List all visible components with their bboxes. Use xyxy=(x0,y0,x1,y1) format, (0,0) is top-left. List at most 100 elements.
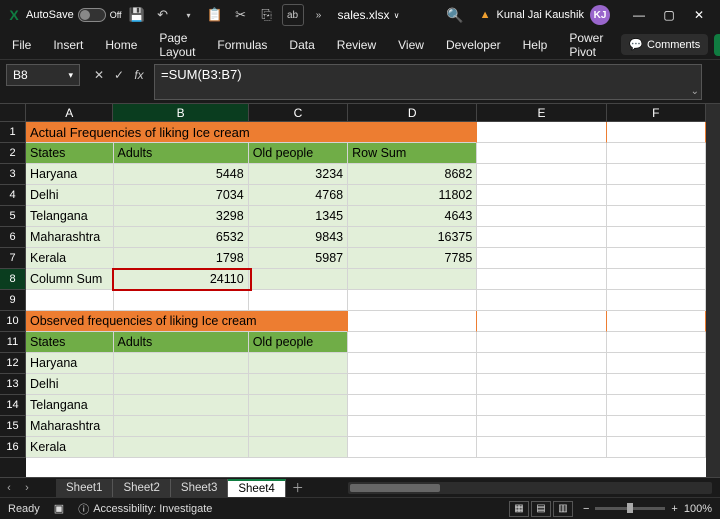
tab-data[interactable]: Data xyxy=(285,34,318,56)
row-header[interactable]: 15 xyxy=(0,416,26,437)
formula-input[interactable]: =SUM(B3:B7) ⌄ xyxy=(154,64,702,100)
sheet-nav-prev-icon[interactable]: ‹ xyxy=(0,479,18,497)
cell[interactable] xyxy=(607,290,706,311)
cell[interactable] xyxy=(477,206,606,227)
zoom-in-icon[interactable]: + xyxy=(671,503,677,515)
cell[interactable] xyxy=(477,164,606,185)
cell[interactable] xyxy=(607,227,706,248)
cell[interactable] xyxy=(607,395,706,416)
cell[interactable]: 9843 xyxy=(249,227,348,248)
cell[interactable]: Kerala xyxy=(26,248,114,269)
cell[interactable] xyxy=(477,122,606,143)
normal-view-icon[interactable]: ▦ xyxy=(509,501,529,517)
zoom-slider[interactable] xyxy=(595,507,665,510)
cell[interactable] xyxy=(477,353,606,374)
cell[interactable] xyxy=(477,416,606,437)
table2-header[interactable]: States xyxy=(26,332,114,353)
col-header-B[interactable]: B xyxy=(113,104,248,122)
tab-insert[interactable]: Insert xyxy=(49,34,87,56)
cell[interactable]: 6532 xyxy=(114,227,249,248)
row-header[interactable]: 14 xyxy=(0,395,26,416)
table2-title[interactable]: Observed frequencies of liking Ice cream xyxy=(26,311,348,332)
sheet-nav-next-icon[interactable]: › xyxy=(18,479,36,497)
cell[interactable] xyxy=(607,437,706,458)
cell[interactable]: 3298 xyxy=(114,206,249,227)
cell[interactable] xyxy=(348,332,477,353)
cell[interactable]: Column Sum xyxy=(26,269,114,290)
cell[interactable]: Maharashtra xyxy=(26,227,114,248)
cancel-formula-icon[interactable]: ✕ xyxy=(90,66,108,84)
cell[interactable]: 8682 xyxy=(348,164,477,185)
tab-power-pivot[interactable]: Power Pivot xyxy=(565,27,607,63)
col-header-E[interactable]: E xyxy=(477,104,606,122)
cell[interactable]: 16375 xyxy=(348,227,477,248)
save-icon[interactable]: 💾 xyxy=(126,4,148,26)
row-header[interactable]: 11 xyxy=(0,332,26,353)
row-header[interactable]: 1 xyxy=(0,122,26,143)
cell[interactable] xyxy=(26,290,114,311)
paste-icon[interactable]: 📋 xyxy=(204,4,226,26)
vertical-scrollbar[interactable] xyxy=(706,104,720,477)
tab-help[interactable]: Help xyxy=(519,34,552,56)
cell[interactable] xyxy=(348,395,477,416)
cell[interactable] xyxy=(477,248,606,269)
page-layout-view-icon[interactable]: ▤ xyxy=(531,501,551,517)
cell[interactable]: Telangana xyxy=(26,206,114,227)
cut-icon[interactable]: ✂ xyxy=(230,4,252,26)
cell[interactable] xyxy=(477,395,606,416)
tab-view[interactable]: View xyxy=(394,34,428,56)
cell[interactable] xyxy=(477,311,606,332)
table1-header[interactable]: Row Sum xyxy=(348,143,477,164)
cell[interactable] xyxy=(607,185,706,206)
col-header-D[interactable]: D xyxy=(348,104,477,122)
tab-file[interactable]: File xyxy=(8,34,35,56)
cell[interactable] xyxy=(607,164,706,185)
row-header[interactable]: 6 xyxy=(0,227,26,248)
autosave-toggle[interactable]: AutoSave Off xyxy=(26,8,122,22)
cell[interactable]: 4768 xyxy=(249,185,348,206)
table1-header[interactable]: States xyxy=(26,143,114,164)
cell[interactable]: Delhi xyxy=(26,185,114,206)
undo-dropdown-icon[interactable]: ▾ xyxy=(178,4,200,26)
row-header[interactable]: 12 xyxy=(0,353,26,374)
minimize-icon[interactable]: ― xyxy=(624,0,654,30)
cell[interactable] xyxy=(477,269,606,290)
format-painter-icon[interactable]: ab xyxy=(282,4,304,26)
cells-area[interactable]: Actual Frequencies of liking Ice cream S… xyxy=(26,122,706,477)
expand-formula-icon[interactable]: ⌄ xyxy=(691,86,699,97)
cell[interactable] xyxy=(249,269,348,290)
name-box[interactable]: B8 ▾ xyxy=(6,64,80,86)
row-header[interactable]: 16 xyxy=(0,437,26,458)
maximize-icon[interactable]: ▢ xyxy=(654,0,684,30)
cell[interactable] xyxy=(114,353,249,374)
row-header[interactable]: 7 xyxy=(0,248,26,269)
table1-title[interactable]: Actual Frequencies of liking Ice cream xyxy=(26,122,477,143)
cell[interactable]: 7034 xyxy=(114,185,249,206)
cell[interactable] xyxy=(114,416,249,437)
cell[interactable]: Delhi xyxy=(26,374,114,395)
cell[interactable]: 1798 xyxy=(114,248,249,269)
zoom-control[interactable]: − + 100% xyxy=(583,503,712,515)
cell[interactable] xyxy=(607,122,706,143)
cell[interactable] xyxy=(348,416,477,437)
cell[interactable] xyxy=(348,437,477,458)
cell[interactable] xyxy=(607,311,706,332)
col-header-A[interactable]: A xyxy=(26,104,113,122)
cell[interactable]: Maharashtra xyxy=(26,416,114,437)
row-header[interactable]: 3 xyxy=(0,164,26,185)
sheet-tab-active[interactable]: Sheet4 xyxy=(228,479,285,497)
row-header[interactable]: 13 xyxy=(0,374,26,395)
cell[interactable]: Telangana xyxy=(26,395,114,416)
cell[interactable] xyxy=(477,437,606,458)
table1-header[interactable]: Old people xyxy=(249,143,348,164)
cell[interactable] xyxy=(607,206,706,227)
cell[interactable] xyxy=(607,353,706,374)
tab-home[interactable]: Home xyxy=(101,34,141,56)
cell[interactable] xyxy=(348,311,477,332)
share-button[interactable]: ↗ xyxy=(714,34,720,56)
search-icon[interactable]: 🔍 xyxy=(446,7,463,24)
cell[interactable] xyxy=(348,290,477,311)
qat-overflow-icon[interactable]: » xyxy=(308,4,330,26)
tab-developer[interactable]: Developer xyxy=(442,34,505,56)
cell[interactable] xyxy=(607,248,706,269)
